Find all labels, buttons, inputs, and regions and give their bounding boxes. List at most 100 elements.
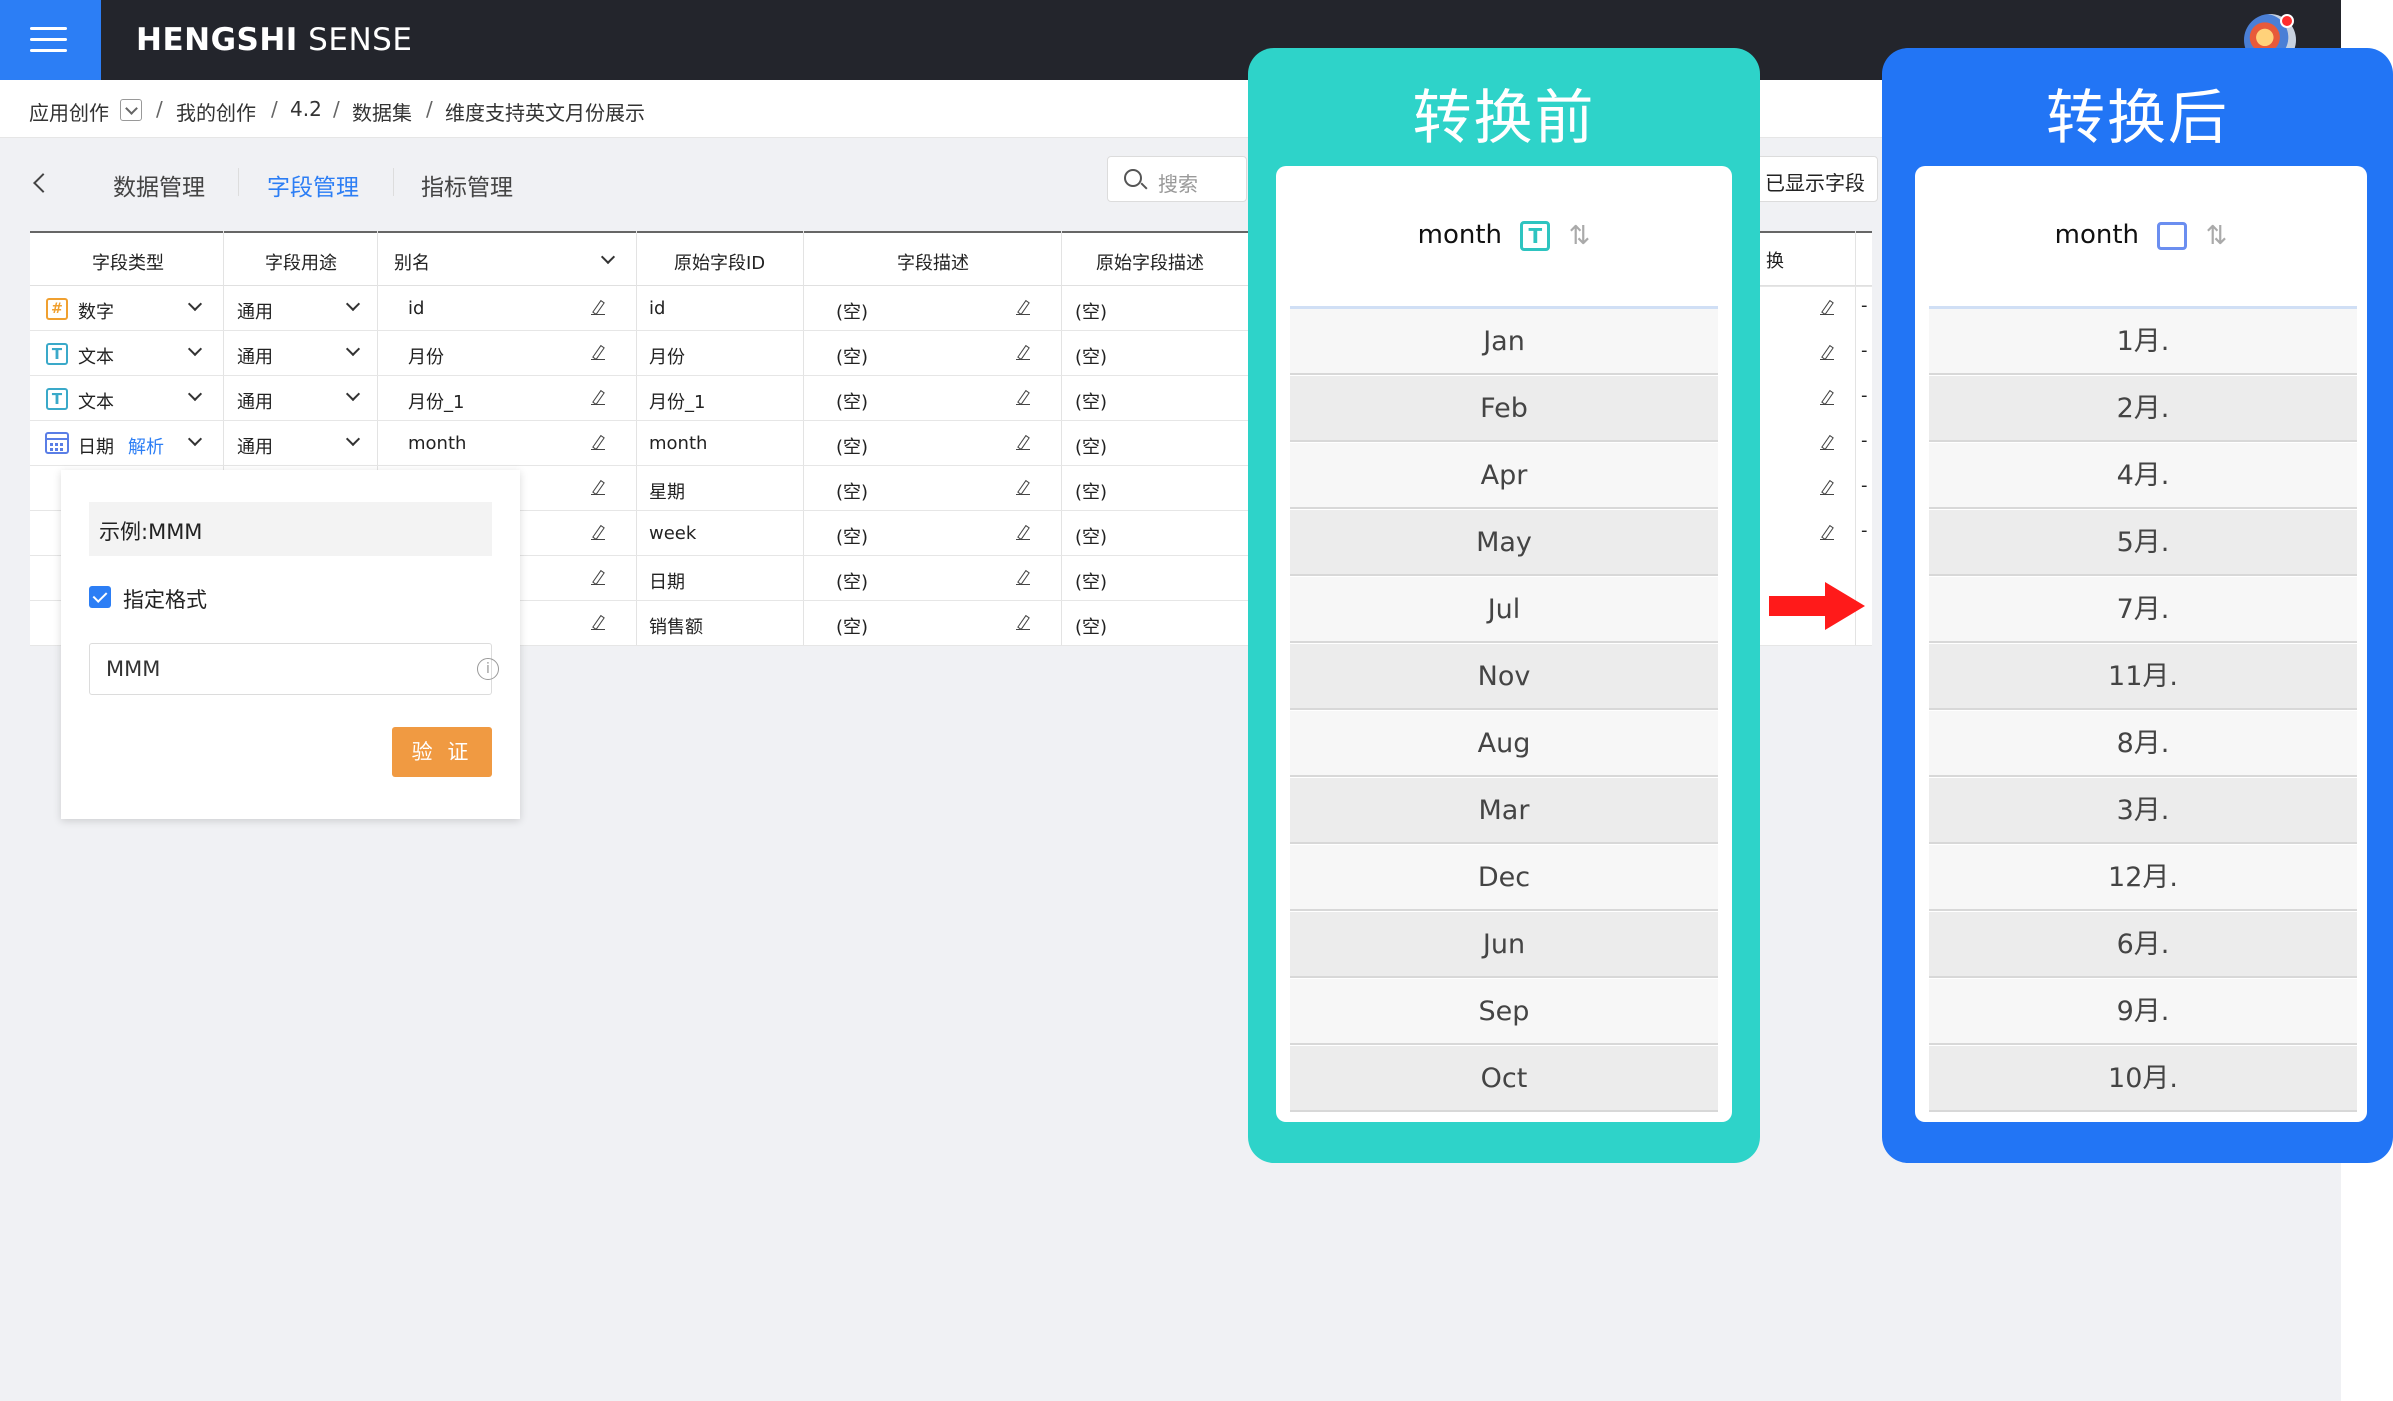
- edit-icon[interactable]: [1820, 390, 1834, 406]
- list-item: 2月.: [1929, 376, 2357, 442]
- search-input[interactable]: 搜索: [1107, 156, 1247, 202]
- table-row[interactable]: T 文本 通用 月份 月份 (空) (空): [30, 331, 1250, 376]
- table-row[interactable]: T 文本 通用 月份_1 月份_1 (空) (空): [30, 376, 1250, 421]
- edit-icon[interactable]: [591, 480, 605, 496]
- list-item: Aug: [1290, 711, 1718, 777]
- list-item: Nov: [1290, 644, 1718, 710]
- after-values-list: 1月. 2月. 4月. 5月. 7月. 11月. 8月. 3月. 12月. 6月. 9月. 10月.: [1929, 306, 2357, 1112]
- edit-icon[interactable]: [1820, 480, 1834, 496]
- chevron-down-icon[interactable]: [187, 296, 203, 312]
- sort-icon[interactable]: ⇅: [2206, 221, 2228, 251]
- edit-icon[interactable]: [591, 390, 605, 406]
- chevron-down-icon[interactable]: [345, 341, 361, 357]
- edit-icon[interactable]: [1016, 615, 1030, 631]
- cell-orig-id: 月份: [649, 347, 685, 368]
- breadcrumb-item[interactable]: 数据集: [352, 97, 412, 126]
- info-icon[interactable]: i: [477, 658, 499, 680]
- edit-icon[interactable]: [1016, 345, 1030, 361]
- cell-orig-desc: (空): [1075, 482, 1108, 503]
- cell-desc: (空): [836, 302, 869, 323]
- cell-desc: (空): [836, 347, 869, 368]
- cell-desc: (空): [836, 617, 869, 638]
- chevron-down-icon[interactable]: [345, 431, 361, 447]
- calendar-icon: [45, 432, 69, 454]
- edit-icon[interactable]: [1820, 435, 1834, 451]
- edit-icon[interactable]: [591, 615, 605, 631]
- header-orig-desc: 原始字段描述: [1096, 253, 1204, 274]
- chevron-down-icon[interactable]: [187, 386, 203, 402]
- table-row[interactable]: # 数字 通用 id id (空) (空): [30, 286, 1250, 331]
- edit-icon[interactable]: [591, 570, 605, 586]
- cell-orig-desc: (空): [1075, 617, 1108, 638]
- edit-icon[interactable]: [1016, 525, 1030, 541]
- breadcrumb-item[interactable]: 4.2: [290, 97, 322, 121]
- tab-data-management[interactable]: 数据管理: [113, 168, 205, 202]
- edit-icon[interactable]: [1016, 570, 1030, 586]
- list-item: 9月.: [1929, 979, 2357, 1045]
- edit-icon[interactable]: [1016, 390, 1030, 406]
- table-row[interactable]: 日期 解析 通用 month month (空) (空): [30, 421, 1250, 466]
- cell-dash: -: [1861, 475, 1868, 496]
- edit-icon[interactable]: [1016, 480, 1030, 496]
- edit-icon[interactable]: [1820, 345, 1834, 361]
- list-item: Jul: [1290, 577, 1718, 643]
- notification-dot: [2280, 14, 2294, 28]
- cell-alias: id: [408, 298, 425, 319]
- cell-orig-id: 日期: [649, 572, 685, 593]
- cell-orig-desc: (空): [1075, 347, 1108, 368]
- edit-icon[interactable]: [591, 300, 605, 316]
- chevron-down-icon[interactable]: [187, 341, 203, 357]
- list-item: Jun: [1290, 912, 1718, 978]
- parse-link[interactable]: 解析: [128, 433, 164, 459]
- header-alias: 别名: [394, 253, 430, 274]
- shown-fields-button[interactable]: 已显示字段: [1752, 156, 1878, 202]
- chevron-down-icon[interactable]: [345, 386, 361, 402]
- tab-metric-management[interactable]: 指标管理: [421, 168, 513, 202]
- list-item: Mar: [1290, 778, 1718, 844]
- text-type-icon: T: [46, 343, 68, 365]
- before-column-header: month T ⇅: [1276, 220, 1732, 251]
- chevron-down-icon[interactable]: [120, 99, 142, 121]
- text-type-icon: T: [46, 388, 68, 410]
- list-item: 11月.: [1929, 644, 2357, 710]
- edit-icon[interactable]: [1820, 300, 1834, 316]
- header-field-usage: 字段用途: [265, 253, 337, 274]
- breadcrumb-item[interactable]: 我的创作: [176, 97, 256, 126]
- specify-format-checkbox[interactable]: [89, 586, 111, 608]
- after-panel-title: 转换后: [2045, 83, 2229, 152]
- cell-desc: (空): [836, 572, 869, 593]
- list-item: 3月.: [1929, 778, 2357, 844]
- cell-dash: -: [1861, 520, 1868, 541]
- header-desc: 字段描述: [897, 253, 969, 274]
- back-icon[interactable]: [33, 173, 53, 193]
- chevron-down-icon[interactable]: [600, 249, 616, 265]
- before-values-list: Jan Feb Apr May Jul Nov Aug Mar Dec Jun Sep Oct: [1290, 306, 1718, 1112]
- cell-orig-desc: (空): [1075, 437, 1108, 458]
- breadcrumb-root[interactable]: 应用创作: [29, 97, 109, 126]
- edit-icon[interactable]: [1016, 300, 1030, 316]
- validate-button[interactable]: 验 证: [392, 727, 492, 777]
- chevron-down-icon[interactable]: [187, 431, 203, 447]
- brand-bold: HENGSHI: [136, 22, 298, 58]
- list-item: Oct: [1290, 1046, 1718, 1112]
- menu-button[interactable]: [0, 0, 101, 80]
- header-field-type: 字段类型: [92, 253, 164, 274]
- cell-alias: 月份_1: [408, 392, 465, 413]
- tab-field-management[interactable]: 字段管理: [267, 168, 359, 202]
- before-column-name: month: [1417, 220, 1503, 250]
- edit-icon[interactable]: [1016, 435, 1030, 451]
- header-partial: 换: [1766, 251, 1784, 272]
- cell-dash: -: [1861, 385, 1868, 406]
- sort-icon[interactable]: ⇅: [1569, 221, 1591, 251]
- edit-icon[interactable]: [591, 525, 605, 541]
- after-panel: 转换后 month ⇅ 1月. 2月. 4月. 5月. 7月. 11月. 8月. 3月. 12月…: [1882, 48, 2393, 1163]
- header-orig-id: 原始字段ID: [674, 253, 766, 274]
- edit-icon[interactable]: [591, 435, 605, 451]
- format-input[interactable]: MMM i: [89, 643, 499, 695]
- edit-icon[interactable]: [1820, 525, 1834, 541]
- chevron-down-icon[interactable]: [345, 296, 361, 312]
- edit-icon[interactable]: [591, 345, 605, 361]
- list-item: 4月.: [1929, 443, 2357, 509]
- cell-usage: 通用: [237, 392, 273, 413]
- list-item: 1月.: [1929, 309, 2357, 375]
